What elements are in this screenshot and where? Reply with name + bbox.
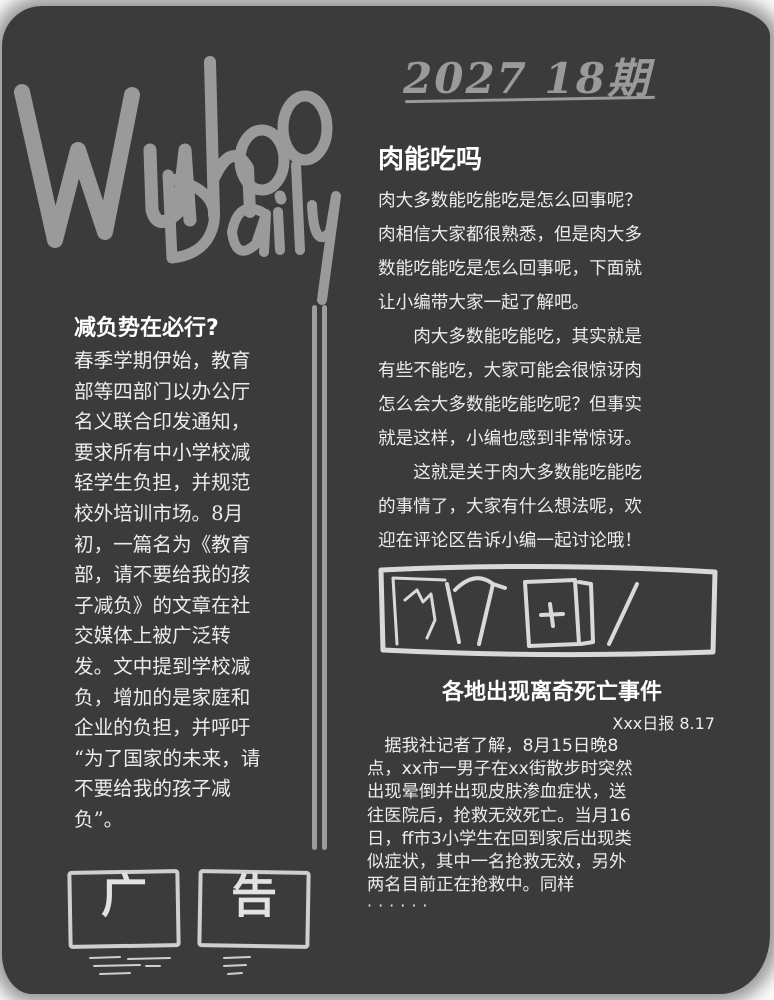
right-article-line: 让小编带大家一起了解吧。 <box>378 293 590 313</box>
right-article-line: 肉相信大家都很熟悉，但是肉大多 <box>378 225 642 245</box>
left-article-line: 负”。 <box>74 807 124 831</box>
news-article: 各地出现离奇死亡事件 Xxx日报 8.17 据我社记者了解，8月15日晚8 点，… <box>367 675 737 915</box>
news-line: 往医院后，抢救无效死亡。当月16 <box>367 805 631 826</box>
left-article-line: 子减负》的文章在社 <box>74 593 251 617</box>
news-ellipsis: ······ <box>367 896 434 916</box>
left-article-line: 校外培训市场。8月 <box>74 501 244 525</box>
news-line: 据我社记者了解，8月15日晚8 <box>384 736 619 756</box>
left-article-line: 部等四部门以办公厅 <box>74 379 251 403</box>
news-line: 点，xx市一男子在xx街散步时突然 <box>367 759 633 780</box>
left-article-line: 负，增加的是家庭和 <box>74 685 251 709</box>
right-article-paragraph-2: 肉大多数能吃能吃，其实就是 有些不能吃，大家可能会很惊讶肉 怎么会大多数能吃能吃… <box>378 320 742 456</box>
right-article: 肉能吃吗 肉大多数能吃能吃是怎么回事呢？ 肉相信大家都很熟悉，但是肉大多 数能吃… <box>378 140 742 558</box>
news-line: 日，ff市3小学生在回到家后出现类 <box>367 828 632 849</box>
newspaper-page: 2027 18期 减负势在必行? 春季学期伊始，教育 部等四部门以办公厅 名义联… <box>0 0 774 1000</box>
left-article-line: 初，一篇名为《教育 <box>74 532 251 556</box>
right-article-line: 这就是关于肉大多数能吃能吃 <box>413 463 642 483</box>
news-line: 出现晕倒并出现皮肤渗血症状，送 <box>367 782 627 803</box>
left-article-line: 发。文中提到学校减 <box>74 654 251 678</box>
right-article-line: 有些不能吃，大家可能会很惊讶肉 <box>378 361 642 381</box>
left-article-body: 春季学期伊始，教育 部等四部门以办公厅 名义联合印发通知， 要求所有中小学校减 … <box>74 346 306 836</box>
left-article: 减负势在必行? 春季学期伊始，教育 部等四部门以办公厅 名义联合印发通知， 要求… <box>74 312 306 836</box>
right-article-line: 肉大多数能吃能吃是怎么回事呢？ <box>378 191 642 211</box>
ad-scribble-1 <box>89 956 171 975</box>
right-article-headline: 肉能吃吗 <box>378 145 483 175</box>
news-headline: 各地出现离奇死亡事件 <box>441 680 662 705</box>
left-article-line: 企业的负担，并呼吁 <box>74 716 251 740</box>
news-line: 两名目前正在抢救中。同样 <box>367 875 575 896</box>
news-line: 似症状，其中一名抢救无效，另外 <box>367 852 627 873</box>
right-article-line: 怎么会大多数能吃能吃呢？但事实 <box>378 395 642 415</box>
right-article-paragraph-1: 肉大多数能吃能吃是怎么回事呢？ 肉相信大家都很熟悉，但是肉大多 数能吃能吃是怎么… <box>378 184 742 320</box>
ad-scribble-2 <box>223 956 251 975</box>
decorative-doodle <box>378 563 718 658</box>
right-article-line: 就是这样，小编也感到非常惊讶。 <box>378 429 642 449</box>
left-article-line: 名义联合印发通知， <box>74 410 251 434</box>
news-body: 据我社记者了解，8月15日晚8 点，xx市一男子在xx街散步时突然 出现晕倒并出… <box>367 735 737 897</box>
ad-char-1: 广 <box>101 869 147 923</box>
right-article-line: 肉大多数能吃能吃，其实就是 <box>413 327 642 347</box>
left-article-line: 不要给我的孩子减 <box>74 777 231 801</box>
right-article-paragraph-3: 这就是关于肉大多数能吃能吃 的事情了，大家有什么想法呢，欢 迎在评论区告诉小编一… <box>378 456 742 558</box>
left-article-line: “为了国家的未来，请 <box>74 746 261 770</box>
left-article-line: 部，请不要给我的孩 <box>74 563 251 587</box>
left-article-line: 轻学生负担，并规范 <box>74 471 251 495</box>
left-article-line: 要求所有中小学校减 <box>74 440 251 464</box>
right-article-line: 的事情了，大家有什么想法呢，欢 <box>378 497 642 517</box>
left-article-line: 春季学期伊始，教育 <box>74 349 251 372</box>
column-divider-right <box>322 305 327 850</box>
left-article-line: 交媒体上被广泛转 <box>74 624 231 648</box>
column-divider-left <box>312 305 317 850</box>
news-byline: Xxx日报 8.17 <box>612 714 715 733</box>
right-article-line: 数能吃能吃是怎么回事呢，下面就 <box>378 259 642 279</box>
ad-char-2: 告 <box>231 869 277 923</box>
advertisement: 广 告 <box>60 860 320 980</box>
right-article-line: 迎在评论区告诉小编一起讨论哦！ <box>378 531 642 551</box>
left-article-headline: 减负势在必行? <box>74 316 219 341</box>
